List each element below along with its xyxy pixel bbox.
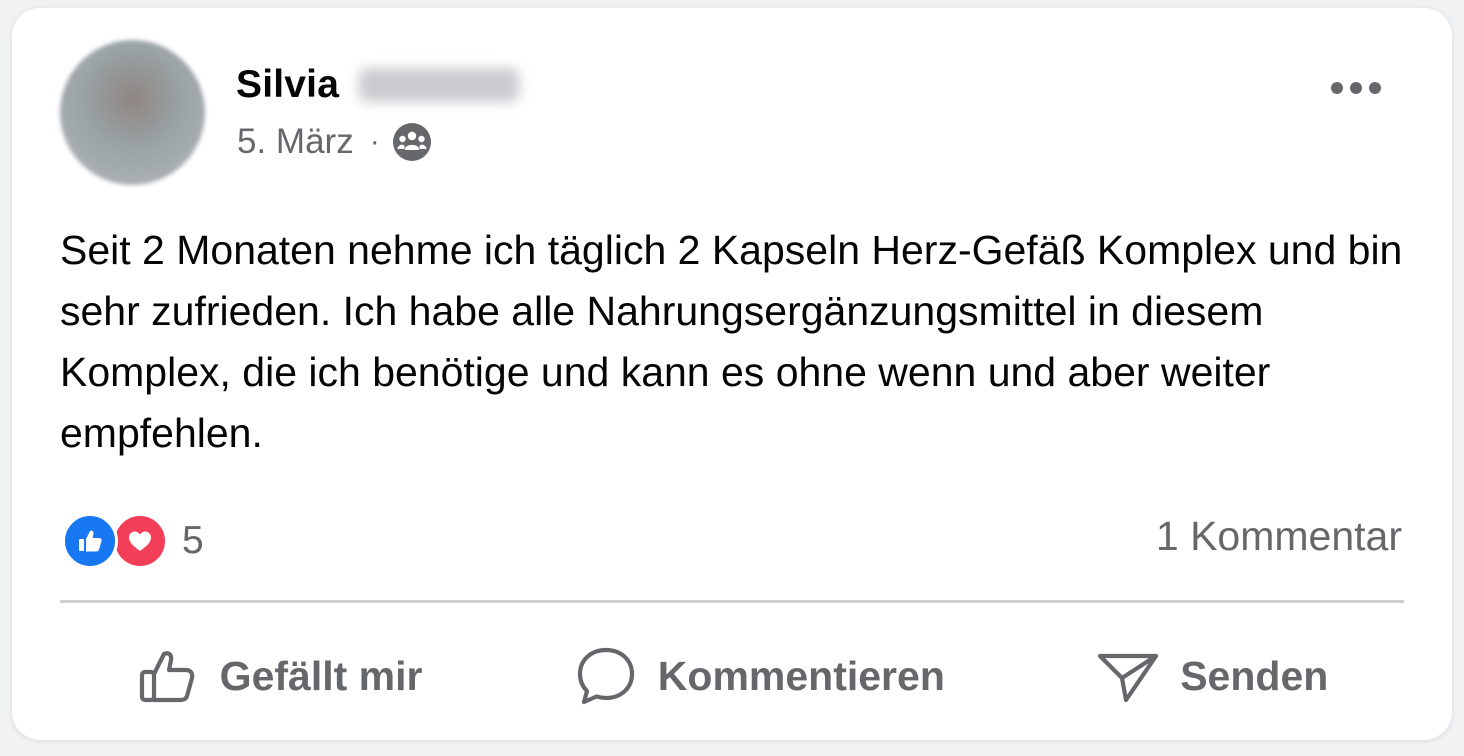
reaction-count: 5 (182, 519, 204, 562)
comment-button[interactable]: Kommentieren (574, 644, 945, 708)
action-bar: Gefällt mir Kommentieren Senden (60, 636, 1404, 716)
group-icon[interactable] (392, 122, 432, 162)
send-button[interactable]: Senden (1096, 644, 1328, 708)
more-dots-icon (1329, 80, 1383, 101)
post-card: Silvia 5. März · Seit 2 Monaten nehme ic… (12, 8, 1452, 740)
divider (60, 600, 1404, 603)
like-button[interactable]: Gefällt mir (136, 644, 423, 708)
post-date[interactable]: 5. März (237, 122, 354, 162)
like-button-label: Gefällt mir (219, 652, 423, 699)
comment-button-label: Kommentieren (657, 652, 945, 699)
author-surname-blurred (359, 68, 520, 102)
post-meta: 5. März · (237, 120, 432, 164)
comments-count-link[interactable]: 1 Kommentar (1156, 513, 1402, 560)
send-button-label: Senden (1180, 652, 1329, 699)
send-icon (1096, 644, 1160, 708)
meta-separator: · (369, 125, 380, 158)
author-name[interactable]: Silvia (236, 63, 339, 107)
author-row: Silvia (236, 60, 520, 110)
comment-bubble-icon (574, 644, 638, 708)
avatar[interactable] (60, 40, 205, 185)
thumbs-up-icon (136, 644, 200, 708)
post-text: Seit 2 Monaten nehme ich täglich 2 Kapse… (60, 227, 1403, 456)
more-options-button[interactable] (1320, 72, 1392, 108)
like-reaction-icon (62, 513, 118, 569)
love-reaction-icon (112, 513, 168, 569)
reactions-summary[interactable]: 5 (62, 512, 204, 570)
